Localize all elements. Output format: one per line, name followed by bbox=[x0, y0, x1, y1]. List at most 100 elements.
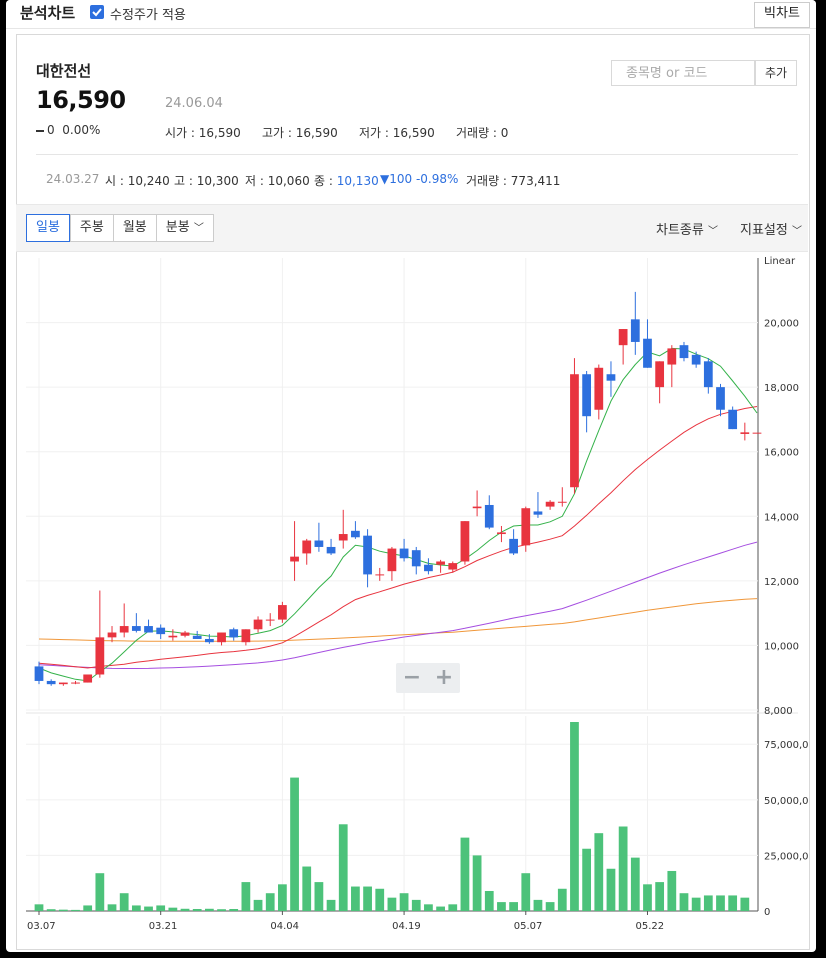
high-price: 고가 : 16,590 bbox=[262, 124, 338, 141]
history-change-percent: -0.98% bbox=[415, 172, 459, 186]
info-divider bbox=[36, 154, 798, 155]
zoom-out-button[interactable]: − bbox=[396, 663, 428, 693]
volume-tick-label: 50,000,000 bbox=[764, 796, 808, 807]
volume: 거래량 : 0 bbox=[456, 124, 508, 141]
tab-monthly[interactable]: 월봉 bbox=[112, 214, 156, 242]
tab-weekly[interactable]: 주봉 bbox=[69, 214, 113, 242]
candle-body bbox=[180, 632, 190, 636]
chart-type-dropdown[interactable]: 차트종류 ﹀ bbox=[656, 219, 718, 238]
panel-title: 분석차트 bbox=[20, 4, 76, 22]
volume-bar bbox=[533, 899, 543, 911]
candle-body bbox=[655, 361, 665, 388]
candle-body bbox=[570, 374, 579, 488]
low-price: 저가 : 16,590 bbox=[359, 124, 435, 141]
candle-body bbox=[728, 409, 738, 430]
candle-body bbox=[752, 432, 762, 434]
candle-body bbox=[667, 348, 677, 365]
volume-bar bbox=[180, 908, 190, 911]
volume-value: 0 bbox=[500, 126, 509, 140]
volume-bar bbox=[204, 908, 214, 911]
volume-bar bbox=[545, 902, 555, 911]
volume-bar bbox=[497, 902, 506, 911]
tab-minute[interactable]: 분봉 ﹀ bbox=[155, 214, 214, 242]
time-tick-label: 04.19 bbox=[392, 921, 421, 932]
candle-body bbox=[448, 563, 458, 570]
price-date: 24.06.04 bbox=[165, 96, 223, 111]
volume-bar bbox=[387, 897, 397, 911]
candle-body bbox=[643, 338, 652, 368]
scale-label: Linear bbox=[764, 256, 796, 267]
volume-bar bbox=[557, 888, 567, 911]
volume-bar bbox=[691, 897, 701, 911]
volume-bar bbox=[448, 904, 458, 911]
volume-bar bbox=[119, 893, 129, 911]
change-value: 0 bbox=[47, 123, 55, 137]
top-bar: 분석차트 수정주가 적용 빅차트 bbox=[6, 0, 816, 29]
candle-body bbox=[314, 540, 324, 547]
volume-bar bbox=[703, 895, 713, 911]
volume-bar bbox=[424, 904, 433, 911]
candle-body bbox=[557, 501, 567, 503]
volume-bar bbox=[570, 722, 579, 911]
current-price: 16,590 bbox=[36, 86, 126, 114]
stock-chart[interactable]: 20,000 18,000 16,000 14,000 12,000 10,000 8,00… bbox=[16, 250, 808, 948]
big-chart-button[interactable]: 빅차트 bbox=[754, 2, 810, 28]
volume-bar bbox=[509, 902, 518, 911]
change-percent: 0.00% bbox=[62, 123, 101, 137]
volume-bar bbox=[253, 899, 263, 911]
period-tabs: 일봉 주봉 월봉 분봉 ﹀ bbox=[26, 214, 214, 242]
price-tick-label: 16,000 bbox=[764, 448, 799, 459]
volume-bar bbox=[338, 824, 348, 911]
volume-bar bbox=[363, 886, 372, 911]
tab-daily[interactable]: 일봉 bbox=[26, 214, 70, 242]
time-tick-label: 03.21 bbox=[149, 921, 178, 932]
candle-body bbox=[497, 532, 506, 535]
chevron-down-icon: ﹀ bbox=[707, 226, 718, 237]
candle-body bbox=[58, 682, 68, 685]
candle-body bbox=[740, 432, 750, 434]
price-change: 0 0.00% bbox=[36, 123, 100, 137]
add-button[interactable]: 추가 bbox=[755, 60, 797, 86]
volume-bar bbox=[472, 855, 482, 911]
candle-body bbox=[338, 534, 348, 541]
flat-icon bbox=[36, 129, 44, 132]
volume-bar bbox=[679, 893, 689, 911]
history-high-value: 10,300 bbox=[196, 174, 239, 188]
volume-bar bbox=[594, 833, 604, 911]
open-value: 16,590 bbox=[198, 126, 241, 140]
candle-body bbox=[34, 666, 44, 681]
check-icon bbox=[92, 8, 102, 17]
history-volume-label: 거래량 : bbox=[466, 174, 511, 188]
volume-bar bbox=[630, 857, 640, 911]
candle-body bbox=[46, 680, 56, 685]
chart-toolbar: 일봉 주봉 월봉 분봉 ﹀ 차트종류 ﹀ 지표설정 ﹀ bbox=[16, 204, 808, 252]
volume-bar bbox=[667, 870, 677, 911]
volume-bar bbox=[229, 908, 239, 911]
candle-body bbox=[83, 674, 93, 683]
time-tick-label: 04.04 bbox=[270, 921, 299, 932]
history-close-value: 10,130 bbox=[336, 174, 379, 188]
volume-bar bbox=[484, 890, 494, 911]
candle-body bbox=[326, 546, 336, 554]
history-open-value: 10,240 bbox=[127, 174, 170, 188]
candle-body bbox=[95, 637, 105, 675]
adjusted-price-checkbox[interactable] bbox=[90, 5, 104, 19]
candle-body bbox=[278, 605, 287, 620]
candle-body bbox=[582, 374, 592, 417]
open-label: 시가 : bbox=[165, 126, 199, 140]
volume-bar bbox=[131, 905, 141, 911]
candle-body bbox=[509, 538, 518, 554]
candle-body bbox=[204, 638, 214, 643]
candle-body bbox=[424, 564, 433, 572]
candle-body bbox=[229, 629, 239, 638]
volume-bar bbox=[326, 899, 336, 911]
stock-search-input[interactable]: 종목명 or 코드 bbox=[611, 60, 755, 86]
candle-body bbox=[521, 508, 531, 546]
indicator-settings-label: 지표설정 bbox=[740, 223, 788, 238]
volume-bar bbox=[95, 873, 105, 911]
candle-body bbox=[484, 504, 494, 528]
history-high-label: 고 : bbox=[174, 174, 197, 188]
indicator-settings-dropdown[interactable]: 지표설정 ﹀ bbox=[740, 219, 802, 238]
zoom-in-button[interactable]: + bbox=[428, 663, 460, 693]
candle-body bbox=[630, 319, 640, 342]
